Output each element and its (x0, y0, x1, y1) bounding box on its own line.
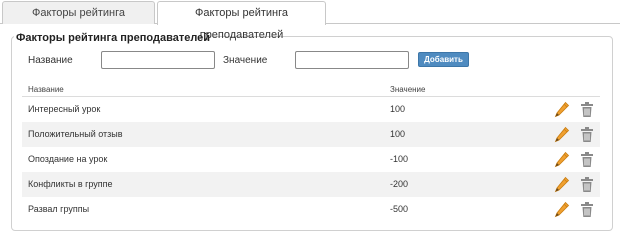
name-label: Название (28, 55, 73, 66)
table-row: Интересный урок 100 (22, 97, 600, 122)
table-row: Конфликты в группе -200 (22, 172, 600, 197)
pencil-icon[interactable] (554, 101, 570, 118)
column-header-value: Значение (390, 85, 426, 94)
pencil-icon[interactable] (554, 201, 570, 218)
tab-bar: Факторы рейтинга сотрудников Факторы рей… (0, 0, 624, 41)
row-name: Положительный отзыв (28, 129, 123, 139)
table-row: Опоздание на урок -100 (22, 147, 600, 172)
tab-teacher-rating-factors[interactable]: Факторы рейтинга преподавателей (157, 1, 326, 41)
row-value: -500 (390, 204, 409, 214)
tab-employee-rating-factors[interactable]: Факторы рейтинга сотрудников (2, 1, 155, 41)
column-header-name: Название (28, 85, 64, 94)
trash-icon[interactable] (579, 101, 595, 118)
row-value: 100 (390, 104, 406, 114)
table-row: Положительный отзыв 100 (22, 122, 600, 147)
value-label: Значение (223, 55, 268, 66)
table-row: Развал группы -500 (22, 197, 600, 222)
rating-factors-table: Название Значение Интересный урок 100 По… (22, 85, 600, 222)
row-name: Конфликты в группе (28, 179, 113, 189)
row-value: 100 (390, 129, 406, 139)
table-body: Интересный урок 100 Положительный отзыв … (22, 97, 600, 222)
panel-title: Факторы рейтинга преподавателей (14, 31, 213, 45)
row-name: Опоздание на урок (28, 154, 108, 164)
row-value: -100 (390, 154, 409, 164)
value-input[interactable] (295, 51, 409, 69)
add-button[interactable]: Добавить (418, 52, 469, 67)
page: Факторы рейтинга сотрудников Факторы рей… (0, 0, 624, 247)
pencil-icon[interactable] (554, 151, 570, 168)
trash-icon[interactable] (579, 201, 595, 218)
trash-icon[interactable] (579, 126, 595, 143)
row-name: Интересный урок (28, 104, 101, 114)
trash-icon[interactable] (579, 151, 595, 168)
trash-icon[interactable] (579, 176, 595, 193)
row-value: -200 (390, 179, 409, 189)
name-input[interactable] (101, 51, 215, 69)
pencil-icon[interactable] (554, 126, 570, 143)
row-name: Развал группы (28, 204, 90, 214)
table-header: Название Значение (22, 85, 600, 97)
pencil-icon[interactable] (554, 176, 570, 193)
